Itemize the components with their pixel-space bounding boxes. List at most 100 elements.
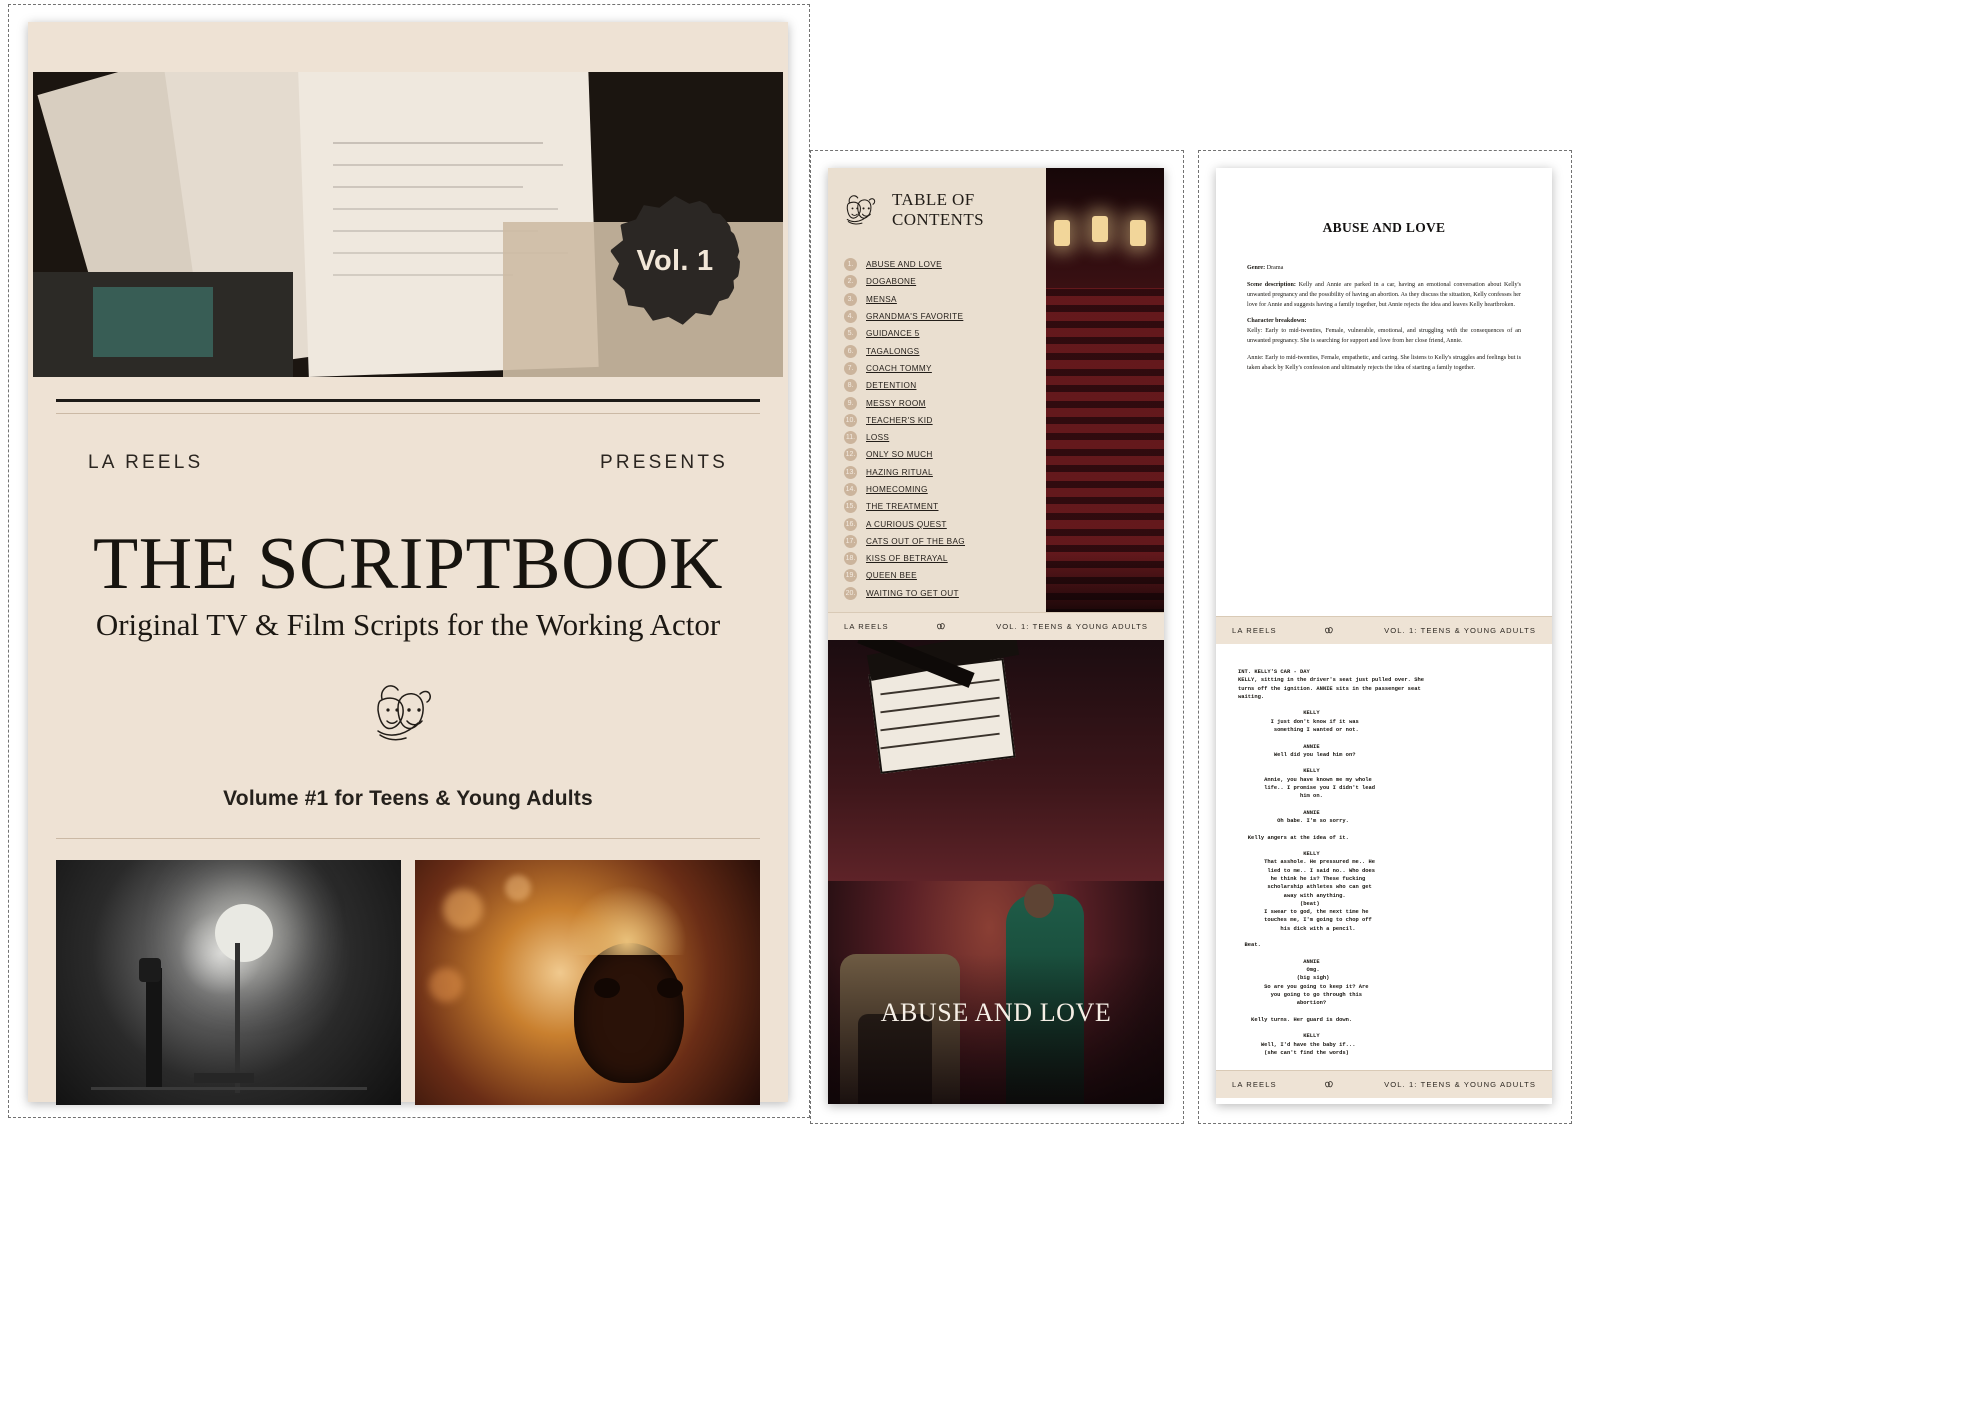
document-canvas: Vol. 1 LA REELS PRESENTS THE SCRIPTBOOK …	[0, 0, 1964, 1426]
toc-footer: LA REELS VOL. 1: TEENS & YOUNG ADULTS	[828, 612, 1164, 640]
theater-seats-photo	[1046, 168, 1164, 612]
toc-item-number: 2.	[844, 275, 857, 289]
toc-item-number: 11.	[844, 431, 857, 445]
toc-item-label[interactable]: A CURIOUS QUEST	[866, 520, 947, 529]
toc-heading-text: TABLE OF CONTENTS	[892, 190, 984, 229]
genre-value: Drama	[1266, 265, 1284, 271]
toc-item[interactable]: 5. GUIDANCE 5	[844, 325, 1040, 342]
genre-label: Genre:	[1247, 265, 1266, 271]
toc-item-number: 9.	[844, 396, 857, 410]
cover-divider-light	[56, 413, 760, 414]
cover-divider-dark	[56, 399, 760, 402]
toc-item-label[interactable]: ONLY SO MUCH	[866, 450, 933, 459]
toc-item-label[interactable]: GRANDMA'S FAVORITE	[866, 312, 963, 321]
theater-masks-icon	[377, 685, 431, 741]
studio-photo	[56, 860, 401, 1105]
character-label: Character breakdown:	[1247, 318, 1307, 325]
toc-item-number: 10.	[844, 413, 857, 427]
toc-item[interactable]: 1. ABUSE AND LOVE	[844, 256, 1040, 273]
toc-item-label[interactable]: ABUSE AND LOVE	[866, 260, 942, 269]
screenplay-body: INT. KELLY'S CAR - DAY KELLY, sitting in…	[1216, 654, 1552, 1064]
toc-item[interactable]: 19. QUEEN BEE	[844, 567, 1040, 584]
toc-item-number: 17.	[844, 534, 857, 548]
cover-logo	[28, 677, 788, 749]
toc-item[interactable]: 20. WAITING TO GET OUT	[844, 585, 1040, 602]
volume-badge-label: Vol. 1	[636, 244, 714, 277]
toc-list: 1. ABUSE AND LOVE 2. DOGABONE 3. MENSA 4. GRAND…	[844, 256, 1040, 602]
toc-item[interactable]: 14. HOMECOMING	[844, 481, 1040, 498]
toc-item-label[interactable]: MESSY ROOM	[866, 399, 926, 408]
toc-page: TABLE OF CONTENTS 1. ABUSE AND LOVE 2. DOGA…	[828, 168, 1164, 1104]
toc-item[interactable]: 7. COACH TOMMY	[844, 360, 1040, 377]
toc-item-label[interactable]: COACH TOMMY	[866, 364, 932, 373]
scene-label: Scene description:	[1247, 281, 1296, 288]
toc-item[interactable]: 12. ONLY SO MUCH	[844, 446, 1040, 463]
toc-item-number: 20.	[844, 586, 857, 600]
toc-item-number: 3.	[844, 292, 857, 306]
toc-item-label[interactable]: DOGABONE	[866, 277, 916, 286]
footer-volume: VOL. 1: TEENS & YOUNG ADULTS	[1384, 1080, 1536, 1089]
toc-item-number: 7.	[844, 361, 857, 375]
toc-item-label[interactable]: LOSS	[866, 433, 889, 442]
character-breakdown-label-wrap: Character breakdown:	[1247, 317, 1521, 327]
footer-brand: LA REELS	[1232, 1080, 1277, 1089]
cover-title: THE SCRIPTBOOK	[93, 523, 723, 605]
toc-item-label[interactable]: HOMECOMING	[866, 485, 928, 494]
toc-item-label[interactable]: HAZING RITUAL	[866, 468, 933, 477]
toc-item[interactable]: 8. DETENTION	[844, 377, 1040, 394]
cover-brand-row: LA REELS PRESENTS	[88, 452, 728, 474]
toc-item[interactable]: 11. LOSS	[844, 429, 1040, 446]
toc-hero-photo: ABUSE AND LOVE	[828, 640, 1164, 1104]
toc-item[interactable]: 3. MENSA	[844, 291, 1040, 308]
toc-item-number: 15.	[844, 500, 857, 514]
toc-item[interactable]: 9. MESSY ROOM	[844, 394, 1040, 411]
toc-item-number: 4.	[844, 310, 857, 324]
cover-brand: LA REELS	[88, 452, 204, 473]
toc-item-number: 19.	[844, 569, 857, 583]
toc-item-number: 8.	[844, 379, 857, 393]
toc-item-label[interactable]: QUEEN BEE	[866, 571, 917, 580]
toc-item[interactable]: 6. TAGALONGS	[844, 342, 1040, 359]
genre-line: Genre: Drama	[1247, 264, 1521, 274]
script-footer-bottom: LA REELS VOL. 1: TEENS & YOUNG ADULTS	[1216, 1070, 1552, 1098]
toc-panel: TABLE OF CONTENTS 1. ABUSE AND LOVE 2. DOGA…	[828, 168, 1046, 612]
footer-volume: VOL. 1: TEENS & YOUNG ADULTS	[1384, 626, 1536, 635]
theater-masks-icon	[1325, 627, 1334, 634]
scene-description: Scene description: Kelly and Annie are p…	[1247, 281, 1521, 311]
footer-brand: LA REELS	[844, 622, 889, 631]
toc-hero-caption: ABUSE AND LOVE	[880, 998, 1112, 1027]
toc-item-label[interactable]: TAGALONGS	[866, 347, 920, 356]
toc-item-label[interactable]: MENSA	[866, 295, 897, 304]
theater-masks-icon	[1325, 1081, 1334, 1088]
toc-item[interactable]: 17. CATS OUT OF THE BAG	[844, 533, 1040, 550]
character-annie: Annie: Early to mid-twenties, Female, em…	[1247, 355, 1521, 371]
toc-item-number: 13.	[844, 465, 857, 479]
toc-item-number: 1.	[844, 258, 857, 272]
masquerade-photo	[415, 860, 760, 1105]
script-footer-top: LA REELS VOL. 1: TEENS & YOUNG ADULTS	[1216, 616, 1552, 644]
toc-item-label[interactable]: CATS OUT OF THE BAG	[866, 537, 965, 546]
toc-item-number: 16.	[844, 517, 857, 531]
toc-item[interactable]: 15. THE TREATMENT	[844, 498, 1040, 515]
toc-item[interactable]: 10. TEACHER'S KID	[844, 412, 1040, 429]
toc-item[interactable]: 2. DOGABONE	[844, 273, 1040, 290]
toc-item-label[interactable]: KISS OF BETRAYAL	[866, 554, 948, 563]
script-page: ABUSE AND LOVE Genre: Drama Scene descri…	[1216, 168, 1552, 1104]
script-summary: Genre: Drama Scene description: Kelly an…	[1247, 264, 1521, 381]
cover-volume-line: Volume #1 for Teens & Young Adults	[223, 787, 593, 810]
toc-item-label[interactable]: GUIDANCE 5	[866, 329, 920, 338]
script-title: ABUSE AND LOVE	[1322, 220, 1446, 235]
toc-item[interactable]: 18. KISS OF BETRAYAL	[844, 550, 1040, 567]
toc-top-section: TABLE OF CONTENTS 1. ABUSE AND LOVE 2. DOGA…	[828, 168, 1164, 612]
theater-masks-icon	[846, 195, 876, 225]
toc-item[interactable]: 4. GRANDMA'S FAVORITE	[844, 308, 1040, 325]
toc-item-label[interactable]: TEACHER'S KID	[866, 416, 933, 425]
toc-heading-line2: CONTENTS	[892, 210, 984, 229]
toc-item-label[interactable]: DETENTION	[866, 381, 916, 390]
toc-item-number: 6.	[844, 344, 857, 358]
toc-item[interactable]: 16. A CURIOUS QUEST	[844, 515, 1040, 532]
toc-heading-line1: TABLE OF	[892, 190, 975, 210]
toc-item-label[interactable]: WAITING TO GET OUT	[866, 589, 959, 598]
toc-item-label[interactable]: THE TREATMENT	[866, 502, 938, 511]
toc-item[interactable]: 13. HAZING RITUAL	[844, 464, 1040, 481]
